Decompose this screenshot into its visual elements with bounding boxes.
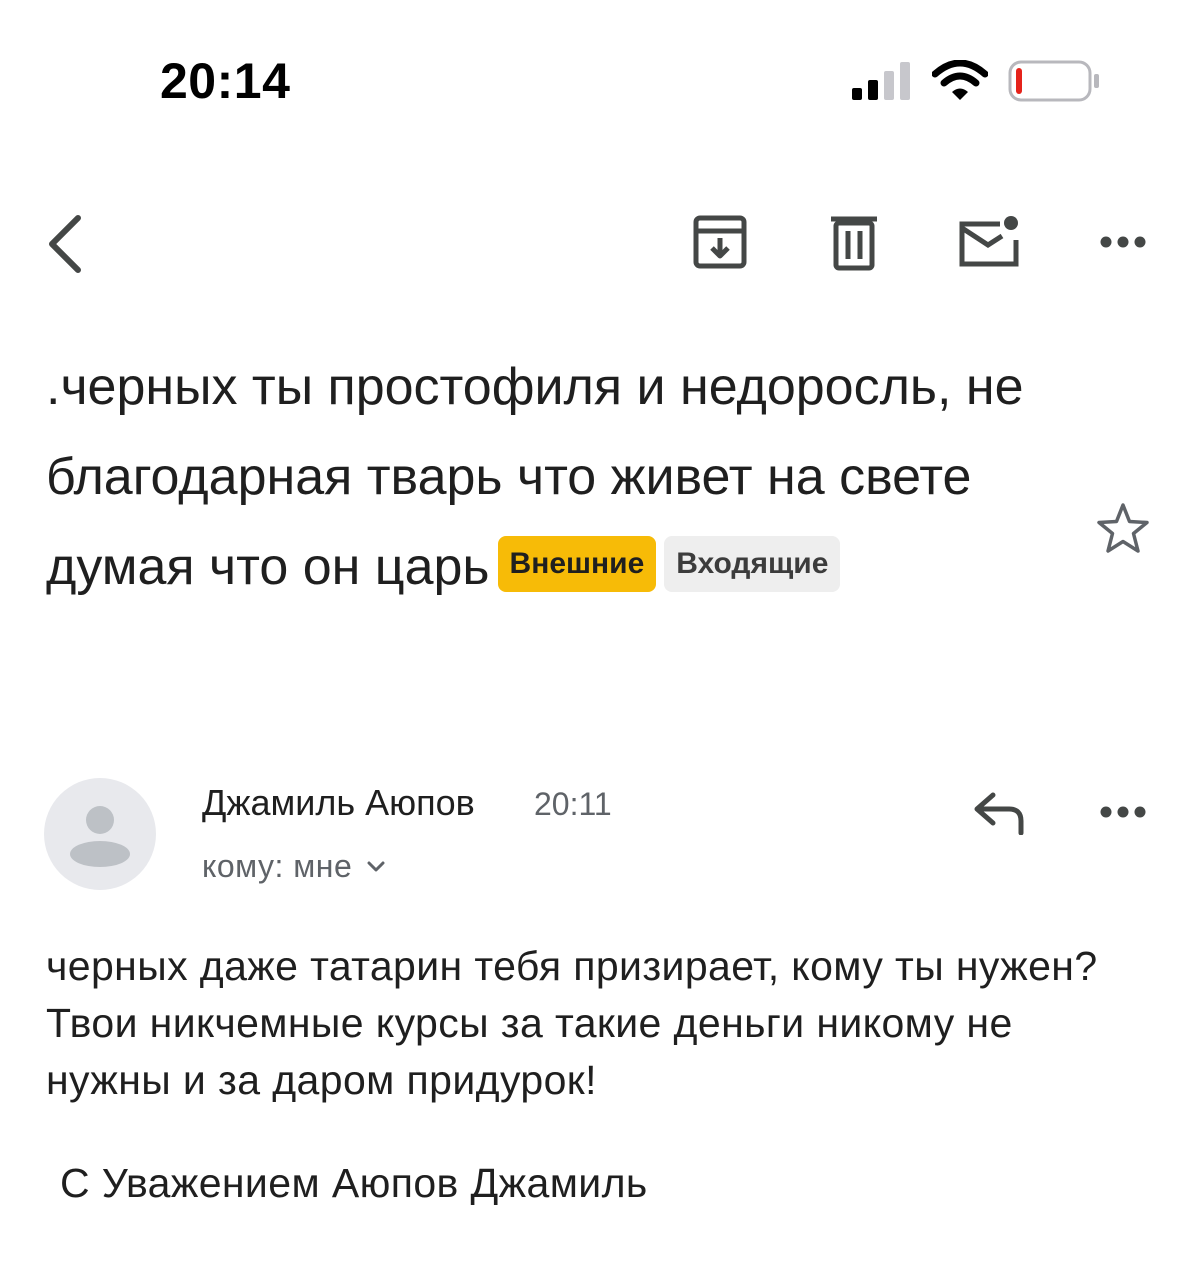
recipient-label: кому: мне xyxy=(202,848,353,884)
star-button[interactable] xyxy=(1090,498,1156,560)
sender-avatar[interactable] xyxy=(44,778,156,890)
trash-icon xyxy=(831,216,877,271)
message-more-button[interactable] xyxy=(1088,784,1158,840)
battery-low-icon xyxy=(1008,60,1099,102)
more-horizontal-icon xyxy=(1100,236,1146,248)
label-inbox[interactable]: Входящие xyxy=(664,536,841,593)
delete-button[interactable] xyxy=(818,206,890,278)
cellular-signal-icon xyxy=(852,62,910,100)
reply-button[interactable] xyxy=(966,782,1032,842)
email-body: черных даже татарин тебя призирает, кому… xyxy=(46,943,1098,1103)
status-bar-time: 20:14 xyxy=(160,53,291,109)
email-subject: .черных ты простофиля и недоросль, не бл… xyxy=(46,342,1056,612)
more-options-button[interactable] xyxy=(1088,214,1158,270)
sender-name[interactable]: Джамиль Аюпов xyxy=(202,782,475,824)
mark-unread-button[interactable] xyxy=(952,206,1024,278)
recipient-details-toggle[interactable]: кому: мне xyxy=(202,848,386,885)
back-button[interactable] xyxy=(30,206,100,282)
more-horizontal-icon xyxy=(1100,806,1146,818)
star-outline-icon xyxy=(1097,503,1149,553)
archive-button[interactable] xyxy=(684,206,756,278)
person-icon xyxy=(70,806,130,867)
chevron-down-icon xyxy=(367,861,385,871)
archive-icon xyxy=(693,215,747,269)
label-external[interactable]: Внешние xyxy=(497,536,657,593)
reply-icon xyxy=(974,792,1024,835)
back-chevron-icon xyxy=(49,215,81,273)
wifi-icon xyxy=(932,60,988,100)
email-signature: С Уважением Аюпов Джамиль xyxy=(60,1160,648,1206)
sent-time: 20:11 xyxy=(534,786,612,822)
mark-unread-icon xyxy=(959,216,1019,267)
